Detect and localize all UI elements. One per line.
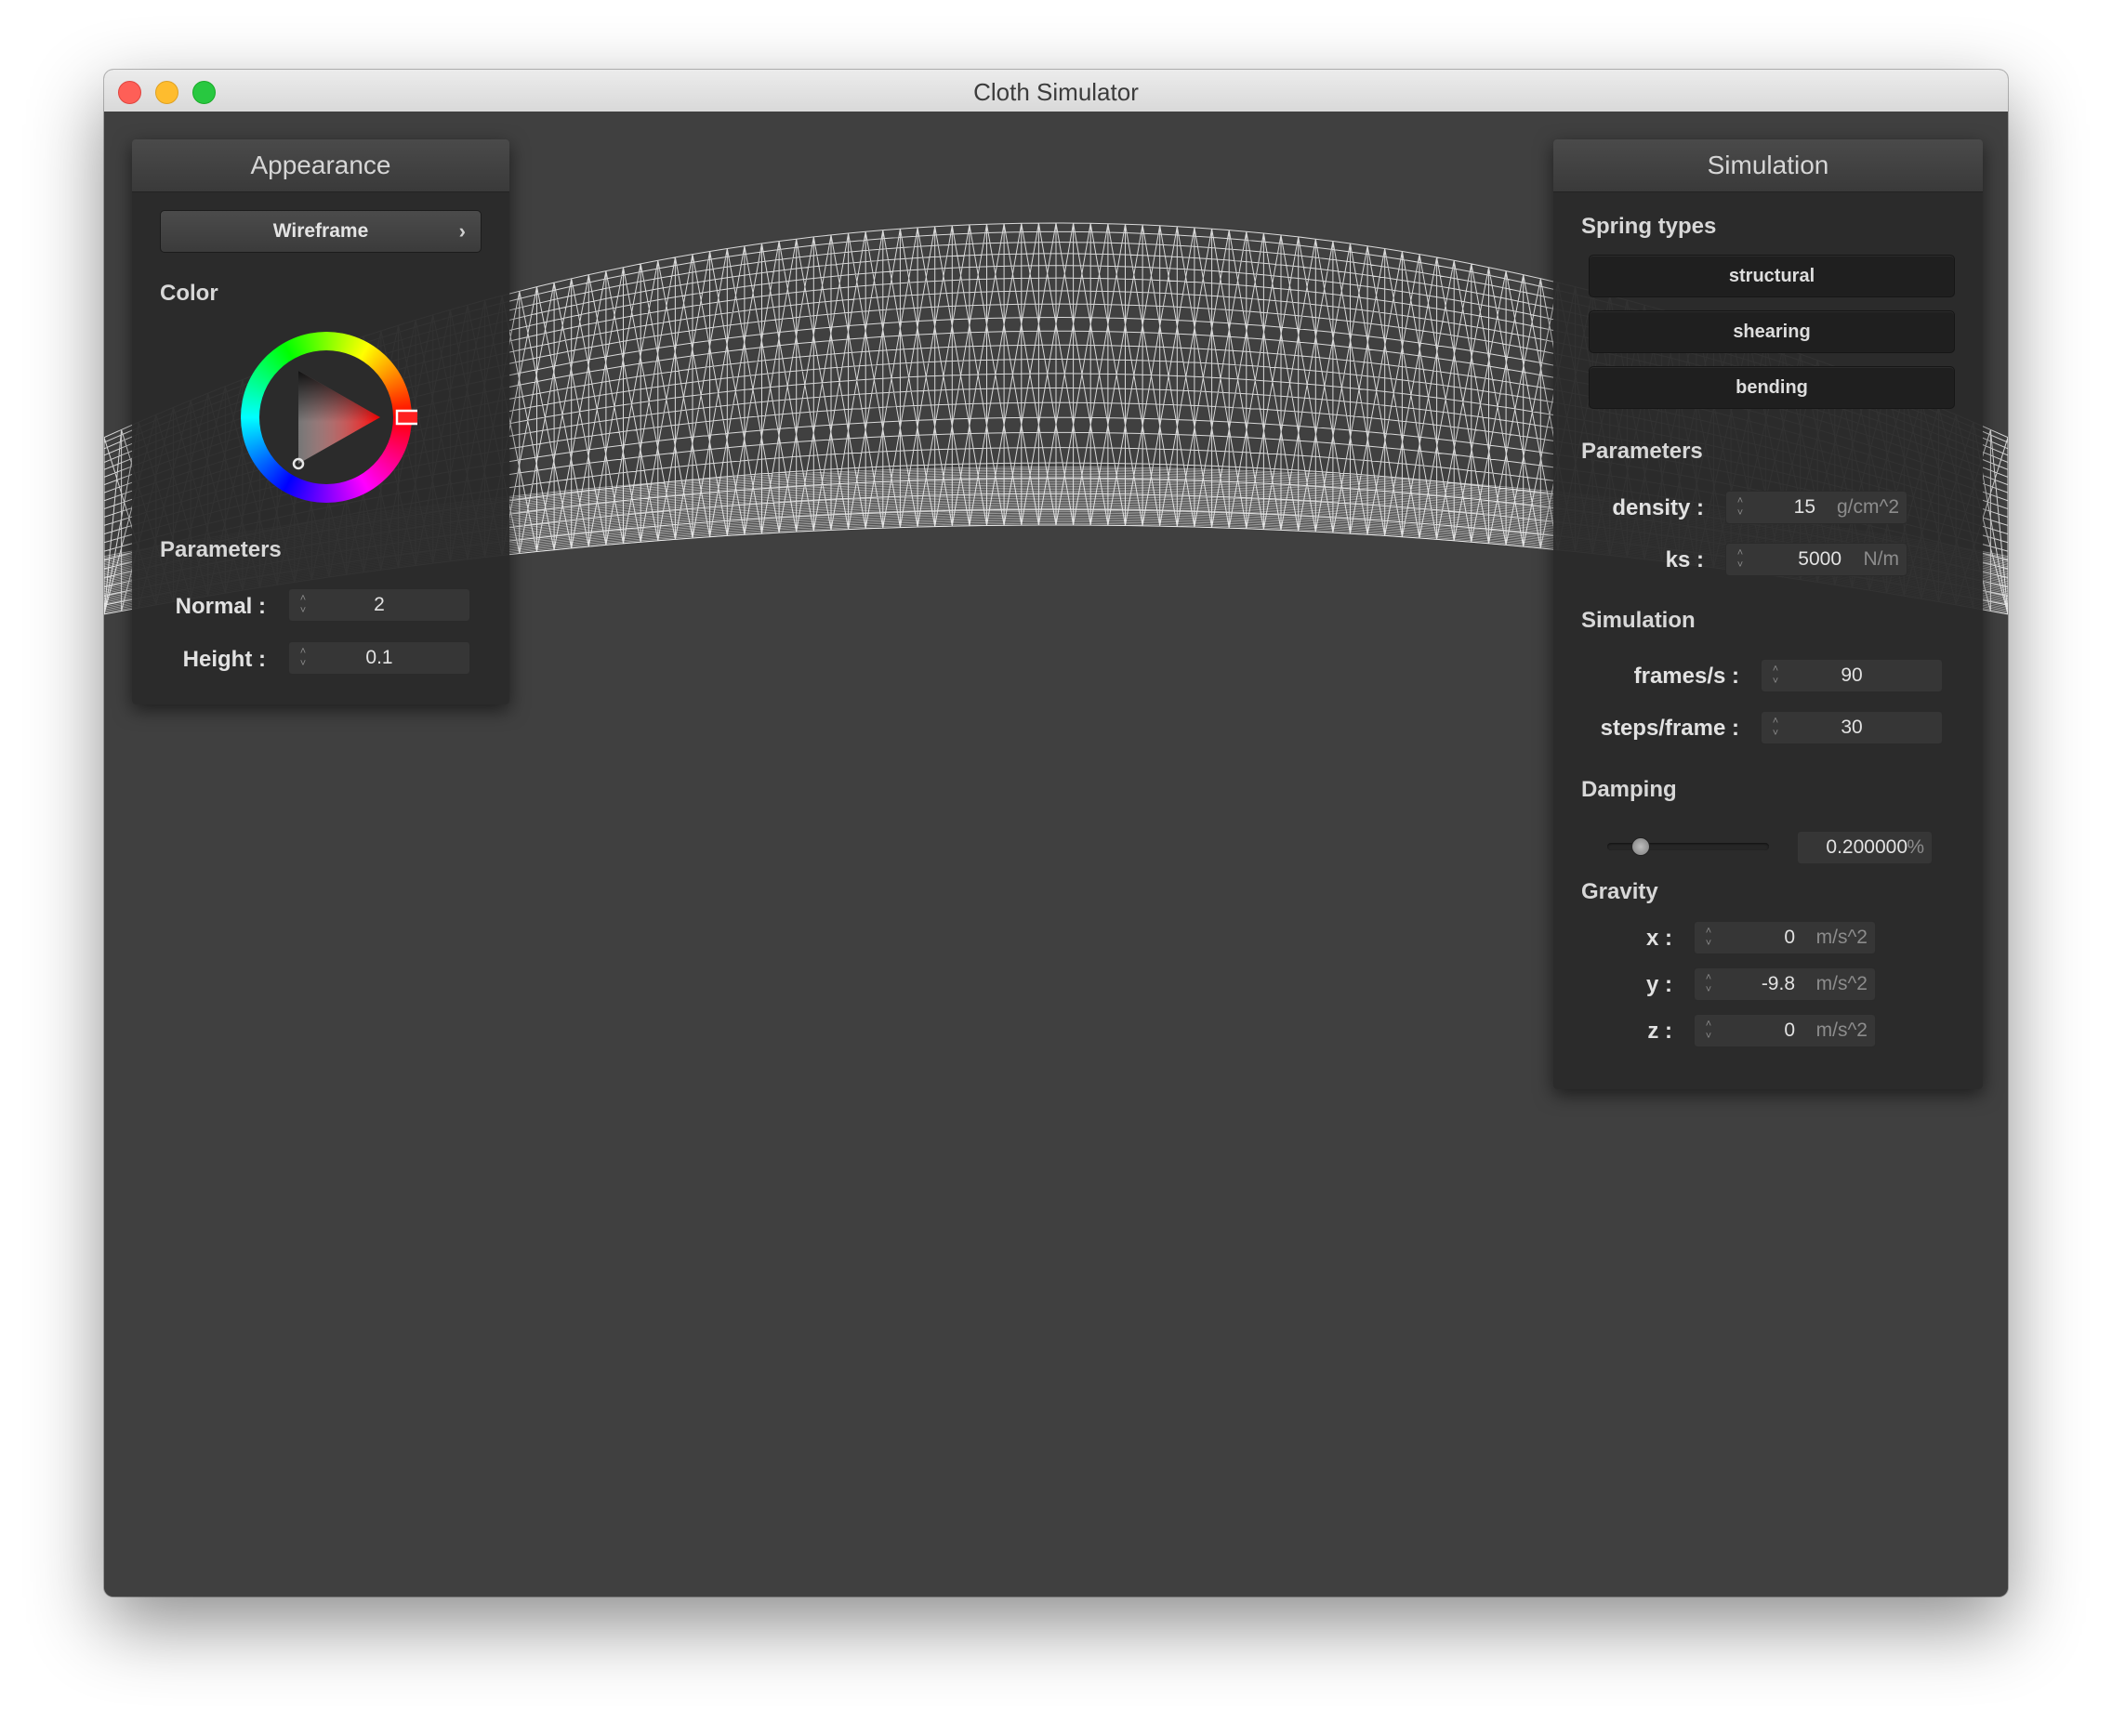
spin-arrows-icon[interactable]: ˄ ˅ [1702,968,1715,1000]
spring-types-label: Spring types [1581,214,1717,239]
color-label: Color [160,281,218,306]
title-bar: Cloth Simulator [104,70,2008,112]
damping-unit: % [1907,836,1924,858]
spin-arrows-icon[interactable]: ˄ ˅ [1702,1015,1715,1046]
spin-arrows-icon[interactable]: ˄ ˅ [1702,922,1715,953]
height-value: 0.1 [365,647,393,668]
render-mode-dropdown[interactable]: Wireframe › [160,210,482,253]
hue-selector-handle [395,409,417,426]
appearance-panel: Appearance Wireframe › Color Parameters … [132,139,509,704]
ks-label: ks : [1665,547,1704,572]
appearance-parameters-label: Parameters [160,537,282,562]
spin-arrows-icon[interactable]: ˄ ˅ [1734,492,1747,523]
gravity-y-label: y : [1645,972,1672,997]
gravity-z-unit: m/s^2 [1815,1019,1868,1041]
simulation-panel-header[interactable]: Simulation [1553,139,1983,192]
frames-per-second-input[interactable]: ˄ ˅ 90 [1761,659,1943,692]
app-window: Cloth Simulator Appearance Wireframe › C… [104,70,2008,1597]
color-triangle[interactable] [241,332,417,508]
gravity-z-label: z : [1647,1019,1672,1044]
gravity-label: Gravity [1581,879,1658,904]
normal-value: 2 [374,594,385,615]
gravity-y-value: -9.8 [1761,973,1795,994]
damping-value: 0.200000 [1826,836,1907,858]
density-value: 15 [1793,496,1815,518]
structural-spring-button[interactable]: structural [1589,255,1955,297]
damping-slider-knob[interactable] [1630,837,1650,856]
density-input[interactable]: ˄ ˅ 15 g/cm^2 [1725,491,1907,524]
appearance-panel-header[interactable]: Appearance [132,139,509,192]
gravity-x-value: 0 [1784,927,1795,948]
steps-per-frame-input[interactable]: ˄ ˅ 30 [1761,711,1943,744]
simulation-parameters-label: Parameters [1581,439,1703,464]
normal-label: Normal : [175,594,266,619]
gravity-y-input[interactable]: ˄ ˅ -9.8 m/s^2 [1694,967,1876,1001]
frames-per-second-label: frames/s : [1633,664,1739,689]
frames-per-second-value: 90 [1841,664,1863,686]
gravity-x-unit: m/s^2 [1815,927,1868,948]
window-title: Cloth Simulator [973,78,1139,106]
render-mode-value: Wireframe [272,220,369,242]
ks-unit: N/m [1863,548,1900,570]
ks-value: 5000 [1798,548,1841,570]
gravity-x-label: x : [1645,926,1672,951]
gravity-x-input[interactable]: ˄ ˅ 0 m/s^2 [1694,921,1876,954]
steps-per-frame-label: steps/frame : [1600,716,1739,741]
shearing-spring-button[interactable]: shearing [1589,310,1955,353]
gravity-z-input[interactable]: ˄ ˅ 0 m/s^2 [1694,1014,1876,1047]
bending-spring-button[interactable]: bending [1589,366,1955,409]
density-unit: g/cm^2 [1836,496,1899,518]
chevron-right-icon: › [458,219,466,243]
density-label: density : [1612,495,1704,520]
render-viewport[interactable]: Appearance Wireframe › Color Parameters … [104,112,2008,1597]
steps-per-frame-value: 30 [1841,717,1863,738]
damping-label: Damping [1581,777,1677,802]
simulation-panel: Simulation Spring types structural shear… [1553,139,1983,1089]
simulation-section-label: Simulation [1581,608,1696,633]
gravity-z-value: 0 [1784,1019,1795,1041]
normal-input[interactable]: ˄ ˅ 2 [288,588,470,622]
gravity-y-unit: m/s^2 [1815,973,1868,994]
damping-input[interactable]: 0.200000 % [1797,831,1933,864]
spin-arrows-icon[interactable]: ˄ ˅ [1734,544,1747,575]
ks-input[interactable]: ˄ ˅ 5000 N/m [1725,543,1907,576]
height-input[interactable]: ˄ ˅ 0.1 [288,641,470,675]
height-label: Height : [182,647,266,672]
